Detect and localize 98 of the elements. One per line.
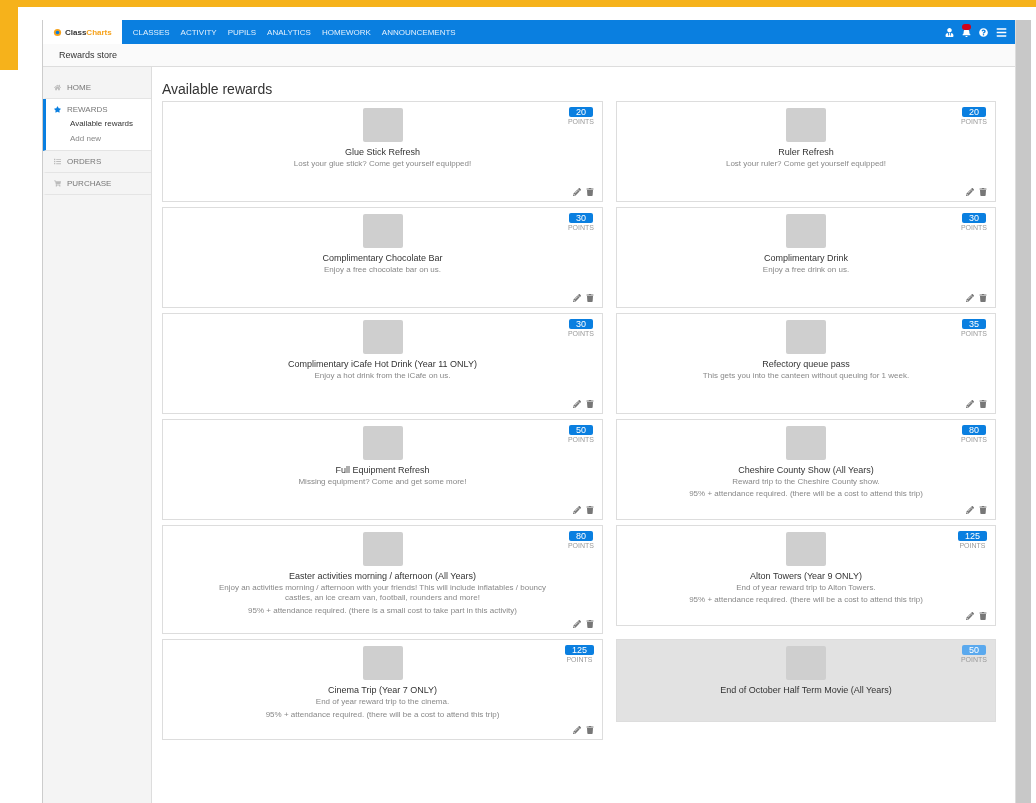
sidebar-item[interactable]: ORDERS: [46, 155, 151, 168]
delete-icon[interactable]: [586, 400, 594, 408]
breadcrumb: Rewards store: [43, 44, 1015, 67]
reward-description: 95% + attendance required. (there will be a cost to attend this trip): [689, 489, 923, 500]
help-icon[interactable]: [979, 27, 988, 37]
points-badge: 30: [961, 213, 986, 223]
edit-icon[interactable]: [966, 294, 974, 302]
reward-title: Full Equipment Refresh: [335, 465, 430, 475]
reward-title: Alton Towers (Year 9 ONLY): [750, 571, 862, 581]
delete-icon[interactable]: [586, 620, 594, 629]
delete-icon[interactable]: [586, 726, 594, 735]
points-badge: 20: [961, 107, 986, 117]
delete-icon[interactable]: [979, 612, 987, 620]
reward-title: Complimentary Drink: [764, 253, 848, 263]
edit-icon[interactable]: [573, 188, 581, 196]
reward-description: Lost your ruler? Come get yourself equipped!: [725, 159, 887, 170]
edit-icon[interactable]: [966, 612, 974, 620]
image-placeholder: [362, 426, 403, 460]
logo-text: ClassCharts: [65, 27, 112, 37]
points-badge: 50: [568, 425, 593, 435]
image-placeholder: [786, 532, 826, 566]
notification-badge: [962, 23, 971, 30]
reward-title: End of October Half Term Movie (All Years): [720, 685, 892, 696]
reward-description: 95% + attendance required. (there will be a cost to attend this trip): [689, 595, 923, 606]
reward-description: 95% + attendance required. (there will be a cost to attend this trip): [265, 709, 500, 720]
image-placeholder: [362, 214, 403, 248]
delete-icon[interactable]: [979, 506, 987, 514]
page-heading: Available rewards: [162, 81, 274, 97]
reward-title: Easter activities morning / afternoon (All Years): [288, 571, 477, 581]
reward-description: End of year reward trip to the cinema.: [315, 697, 450, 708]
points-badge: 35: [961, 319, 986, 329]
delete-icon[interactable]: [586, 188, 594, 196]
home-icon: [54, 84, 61, 91]
edit-icon[interactable]: [966, 188, 974, 196]
reward-description: End of year reward trip to Alton Towers.: [736, 583, 876, 594]
reward-title: Cinema Trip (Year 7 ONLY): [327, 685, 437, 696]
reward-title: Ruler Refresh: [778, 147, 834, 157]
reward-description: Enjoy a hot drink from the iCafe on us.: [314, 371, 451, 382]
reward-description: Enjoy a free chocolate bar on us.: [324, 265, 441, 276]
image-placeholder: [362, 108, 403, 142]
reward-title: Complimentary iCafe Hot Drink (Year 11 ONLY): [288, 359, 477, 369]
reward-description: Lost your glue stick? Come get yourself equipped!: [293, 159, 472, 170]
edit-icon[interactable]: [966, 506, 974, 514]
edit-icon[interactable]: [966, 400, 974, 408]
nav-link[interactable]: ANNOUNCEMENTS: [381, 27, 456, 37]
points-badge: 80: [961, 425, 986, 435]
sidebar-subitem[interactable]: Add new: [46, 131, 151, 146]
sidebar-item[interactable]: REWARDS: [46, 103, 151, 116]
reward-description: Enjoy an activities morning / afternoon with your friends! This will include inflatables / bouncy castles, an ice cream van, football, rounders and more!: [217, 583, 548, 604]
nav-link[interactable]: PUPILS: [227, 27, 257, 37]
edit-icon[interactable]: [573, 726, 581, 735]
menu-icon[interactable]: [996, 26, 1007, 38]
sidebar-subitem[interactable]: Available rewards: [46, 116, 151, 131]
points-badge: 125: [957, 531, 987, 541]
reward-description: Reward trip to the Cheshire County show.: [732, 477, 880, 488]
points-badge: 125: [564, 645, 594, 656]
reward-title: Complimentary Chocolate Bar: [322, 253, 443, 263]
logo-icon: [53, 27, 62, 37]
nav-link[interactable]: ACTIVITY: [180, 27, 217, 37]
edit-icon[interactable]: [573, 506, 581, 514]
delete-icon[interactable]: [979, 294, 987, 302]
delete-icon[interactable]: [979, 400, 987, 408]
reward-title: Refectory queue pass: [762, 359, 850, 369]
sidebar-item[interactable]: HOME: [46, 81, 151, 94]
reward-description: 95% + attendance required. (there is a small cost to take part in this activity): [248, 605, 517, 617]
reward-description: This gets you into the canteen without queuing for 1 week.: [702, 371, 910, 382]
sidebar-item[interactable]: PURCHASE: [46, 177, 151, 190]
points-badge: 30: [568, 213, 593, 223]
points-badge: 80: [568, 531, 593, 541]
nav-link[interactable]: CLASSES: [132, 27, 170, 37]
nav-link[interactable]: ANALYTICS: [267, 27, 311, 37]
cart-icon: [54, 180, 61, 187]
image-placeholder: [362, 320, 403, 354]
edit-icon[interactable]: [573, 400, 581, 408]
star-icon: [54, 106, 61, 113]
reward-title: Glue Stick Refresh: [345, 147, 420, 157]
image-placeholder: [362, 532, 403, 566]
list-icon: [54, 158, 61, 165]
image-placeholder: [362, 646, 403, 681]
edit-icon[interactable]: [573, 620, 581, 629]
image-placeholder: [786, 108, 826, 142]
reward-title: Cheshire County Show (All Years): [738, 465, 874, 475]
reward-description: Missing equipment? Come and get some more!: [298, 477, 467, 488]
points-badge: 50: [961, 645, 986, 656]
logo[interactable]: ClassCharts: [43, 20, 122, 44]
nav-link[interactable]: HOMEWORK: [321, 27, 371, 37]
image-placeholder: [786, 320, 826, 354]
delete-icon[interactable]: [586, 294, 594, 302]
edit-icon[interactable]: [573, 294, 581, 302]
points-badge: 20: [568, 107, 593, 117]
delete-icon[interactable]: [586, 506, 594, 514]
image-placeholder: [786, 214, 826, 248]
points-badge: 30: [568, 319, 593, 329]
image-placeholder: [786, 426, 826, 460]
scrollbar[interactable]: [1015, 20, 1031, 803]
delete-icon[interactable]: [979, 188, 987, 196]
reward-description: Enjoy a free drink on us.: [762, 265, 850, 276]
tie-icon[interactable]: [945, 27, 954, 37]
